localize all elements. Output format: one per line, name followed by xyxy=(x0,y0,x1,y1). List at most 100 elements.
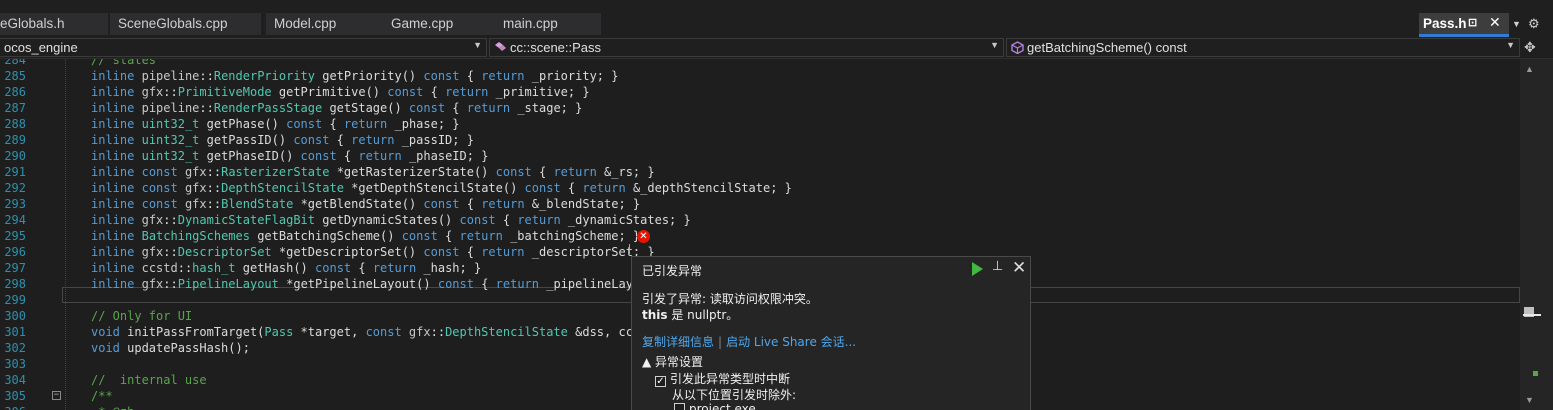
break-label: 引发此异常类型时中断 xyxy=(670,372,791,386)
line-number: 304 xyxy=(4,373,26,387)
line-number: 287 xyxy=(4,101,26,115)
collapse-region-icon[interactable]: − xyxy=(52,391,61,400)
popup-anchor-line xyxy=(629,244,632,254)
change-marker xyxy=(1533,371,1538,376)
class-icon xyxy=(495,42,506,51)
settings-gear-icon[interactable]: ⚙ xyxy=(1528,15,1540,33)
navigation-bar: ocos_engine ▼ cc::scene::Pass ▼ getBatchin… xyxy=(0,37,1553,59)
line-number: 286 xyxy=(4,85,26,99)
close-tab-icon[interactable]: ✕ xyxy=(1489,14,1501,31)
copy-details-link[interactable]: 复制详细信息 xyxy=(642,335,714,349)
code-text: // internal use xyxy=(91,373,207,387)
live-share-link[interactable]: 启动 Live Share 会话... xyxy=(726,335,856,349)
vertical-scrollbar[interactable]: ▲ ▼ xyxy=(1520,59,1553,410)
code-text: void updatePassHash(); xyxy=(91,341,250,355)
scroll-up-icon[interactable]: ▲ xyxy=(1525,64,1534,74)
code-text: inline gfx::DynamicStateFlagBit getDynam… xyxy=(91,213,691,227)
line-number: 285 xyxy=(4,69,26,83)
method-icon xyxy=(1011,41,1024,54)
exe-checkbox-row[interactable]: project.exe xyxy=(674,402,756,410)
code-text: // Only for UI xyxy=(91,309,193,323)
exception-helper-popup: 已引发异常 ⊥ ✕ 引发了异常: 读取访问权限冲突。 this 是 nullpt… xyxy=(631,256,1031,410)
project-dropdown[interactable]: ocos_engine ▼ xyxy=(0,38,487,57)
member-dropdown[interactable]: getBatchingScheme() const ▼ xyxy=(1006,38,1520,57)
code-text: inline uint32_t getPhaseID() const { ret… xyxy=(91,149,489,163)
split-window-icon[interactable]: ✥ xyxy=(1524,39,1536,56)
close-icon[interactable]: ✕ xyxy=(1012,258,1026,278)
line-number: 291 xyxy=(4,165,26,179)
code-line[interactable]: 295 inline BatchingSchemes getBatchingSch… xyxy=(0,228,1520,244)
line-number: 294 xyxy=(4,213,26,227)
tab-label: Model.cpp xyxy=(274,16,337,31)
line-number: 297 xyxy=(4,261,26,275)
chevron-down-icon: ▼ xyxy=(990,40,999,50)
link-separator: | xyxy=(718,335,723,349)
exception-detail: this 是 nullptr。 xyxy=(642,306,738,323)
tab-label: Game.cpp xyxy=(391,16,454,31)
line-number: 295 xyxy=(4,229,26,243)
line-number: 305 xyxy=(4,389,26,403)
line-number: 290 xyxy=(4,149,26,163)
popup-links: 复制详细信息 | 启动 Live Share 会话... xyxy=(642,333,856,350)
code-text: inline const gfx::BlendState *getBlendSt… xyxy=(91,197,641,211)
scope-name: cc::scene::Pass xyxy=(510,40,602,55)
line-number: 292 xyxy=(4,181,26,195)
code-line[interactable]: 294 inline gfx::DynamicStateFlagBit getDy… xyxy=(0,212,1520,228)
code-line[interactable]: 285 inline pipeline::RenderPriority getPr… xyxy=(0,68,1520,84)
code-text: inline ccstd::hash_t getHash() const { r… xyxy=(91,261,482,275)
code-text: inline uint32_t getPhase() const { retur… xyxy=(91,117,460,131)
code-text: inline BatchingSchemes getBatchingScheme… xyxy=(91,229,641,243)
code-text: // states xyxy=(91,59,157,67)
line-number: 300 xyxy=(4,309,26,323)
scroll-down-icon[interactable]: ▼ xyxy=(1525,395,1534,405)
scope-dropdown[interactable]: cc::scene::Pass ▼ xyxy=(489,38,1004,57)
detail-text: 是 nullptr。 xyxy=(667,308,739,322)
continue-play-icon[interactable] xyxy=(972,262,983,276)
code-line[interactable]: 291 inline const gfx::RasterizerState *ge… xyxy=(0,164,1520,180)
break-on-type-checkbox-row[interactable]: ✓ 引发此异常类型时中断 xyxy=(655,370,790,387)
exe-label: project.exe xyxy=(689,402,756,410)
line-number: 296 xyxy=(4,245,26,259)
tab-pass-h[interactable]: Pass.h ⊡ ✕ xyxy=(1419,13,1509,35)
line-number: 306 xyxy=(2,404,26,410)
code-text: inline const gfx::DepthStencilState *get… xyxy=(91,181,792,195)
tab-label: main.cpp xyxy=(503,16,558,31)
line-number: 299 xyxy=(4,293,26,307)
code-line[interactable]: 293 inline const gfx::BlendState *getBlen… xyxy=(0,196,1520,212)
code-line[interactable]: 288 inline uint32_t getPhase() const { re… xyxy=(0,116,1520,132)
line-number: 288 xyxy=(4,117,26,131)
tab-sceneglobals-cpp[interactable]: SceneGlobals.cpp xyxy=(110,13,261,35)
pin-icon[interactable]: ⊥ xyxy=(992,259,1003,274)
tab-label: SceneGlobals.cpp xyxy=(118,16,228,31)
tab-label: eGlobals.h xyxy=(0,16,65,31)
tab-game-cpp[interactable]: Game.cpp xyxy=(383,13,495,35)
tab-main-cpp[interactable]: main.cpp xyxy=(495,13,601,35)
break-checkbox[interactable]: ✓ xyxy=(655,376,666,387)
document-tab-bar: eGlobals.h SceneGlobals.cpp Model.cpp Ga… xyxy=(0,0,1553,37)
tab-list-dropdown-icon[interactable]: ▼ xyxy=(1512,15,1521,33)
exe-checkbox[interactable] xyxy=(674,403,685,410)
line-number: 298 xyxy=(4,277,26,291)
code-line[interactable]: 292 inline const gfx::DepthStencilState *… xyxy=(0,180,1520,196)
code-text: inline pipeline::RenderPriority getPrior… xyxy=(91,69,619,83)
tab-sceneglobals-h[interactable]: eGlobals.h xyxy=(0,13,108,35)
code-text: inline uint32_t getPassID() const { retu… xyxy=(91,133,474,147)
code-line[interactable]: 289 inline uint32_t getPassID() const { r… xyxy=(0,132,1520,148)
code-line[interactable]: 286 inline gfx::PrimitiveMode getPrimitiv… xyxy=(0,84,1520,100)
caret-position-marker xyxy=(1523,314,1541,316)
code-text: inline gfx::PrimitiveMode getPrimitive()… xyxy=(91,85,590,99)
code-text: * @zh xyxy=(91,404,134,410)
line-number: 303 xyxy=(4,357,26,371)
tab-model-cpp[interactable]: Model.cpp xyxy=(266,13,383,35)
line-number: 289 xyxy=(4,133,26,147)
code-line[interactable]: 284 // states xyxy=(0,59,1520,68)
pin-tab-icon[interactable]: ⊡ xyxy=(1468,16,1477,29)
code-text: inline gfx::DescriptorSet *getDescriptor… xyxy=(91,245,655,259)
code-line[interactable]: 287 inline pipeline::RenderPassStage getS… xyxy=(0,100,1520,116)
exception-settings-header[interactable]: ▲ 异常设置 xyxy=(642,353,703,370)
detail-keyword: this xyxy=(642,308,668,322)
code-text: inline pipeline::RenderPassStage getStag… xyxy=(91,101,583,115)
exception-error-icon[interactable]: ✕ xyxy=(637,230,650,243)
chevron-down-icon: ▼ xyxy=(1506,40,1515,50)
code-line[interactable]: 290 inline uint32_t getPhaseID() const { … xyxy=(0,148,1520,164)
